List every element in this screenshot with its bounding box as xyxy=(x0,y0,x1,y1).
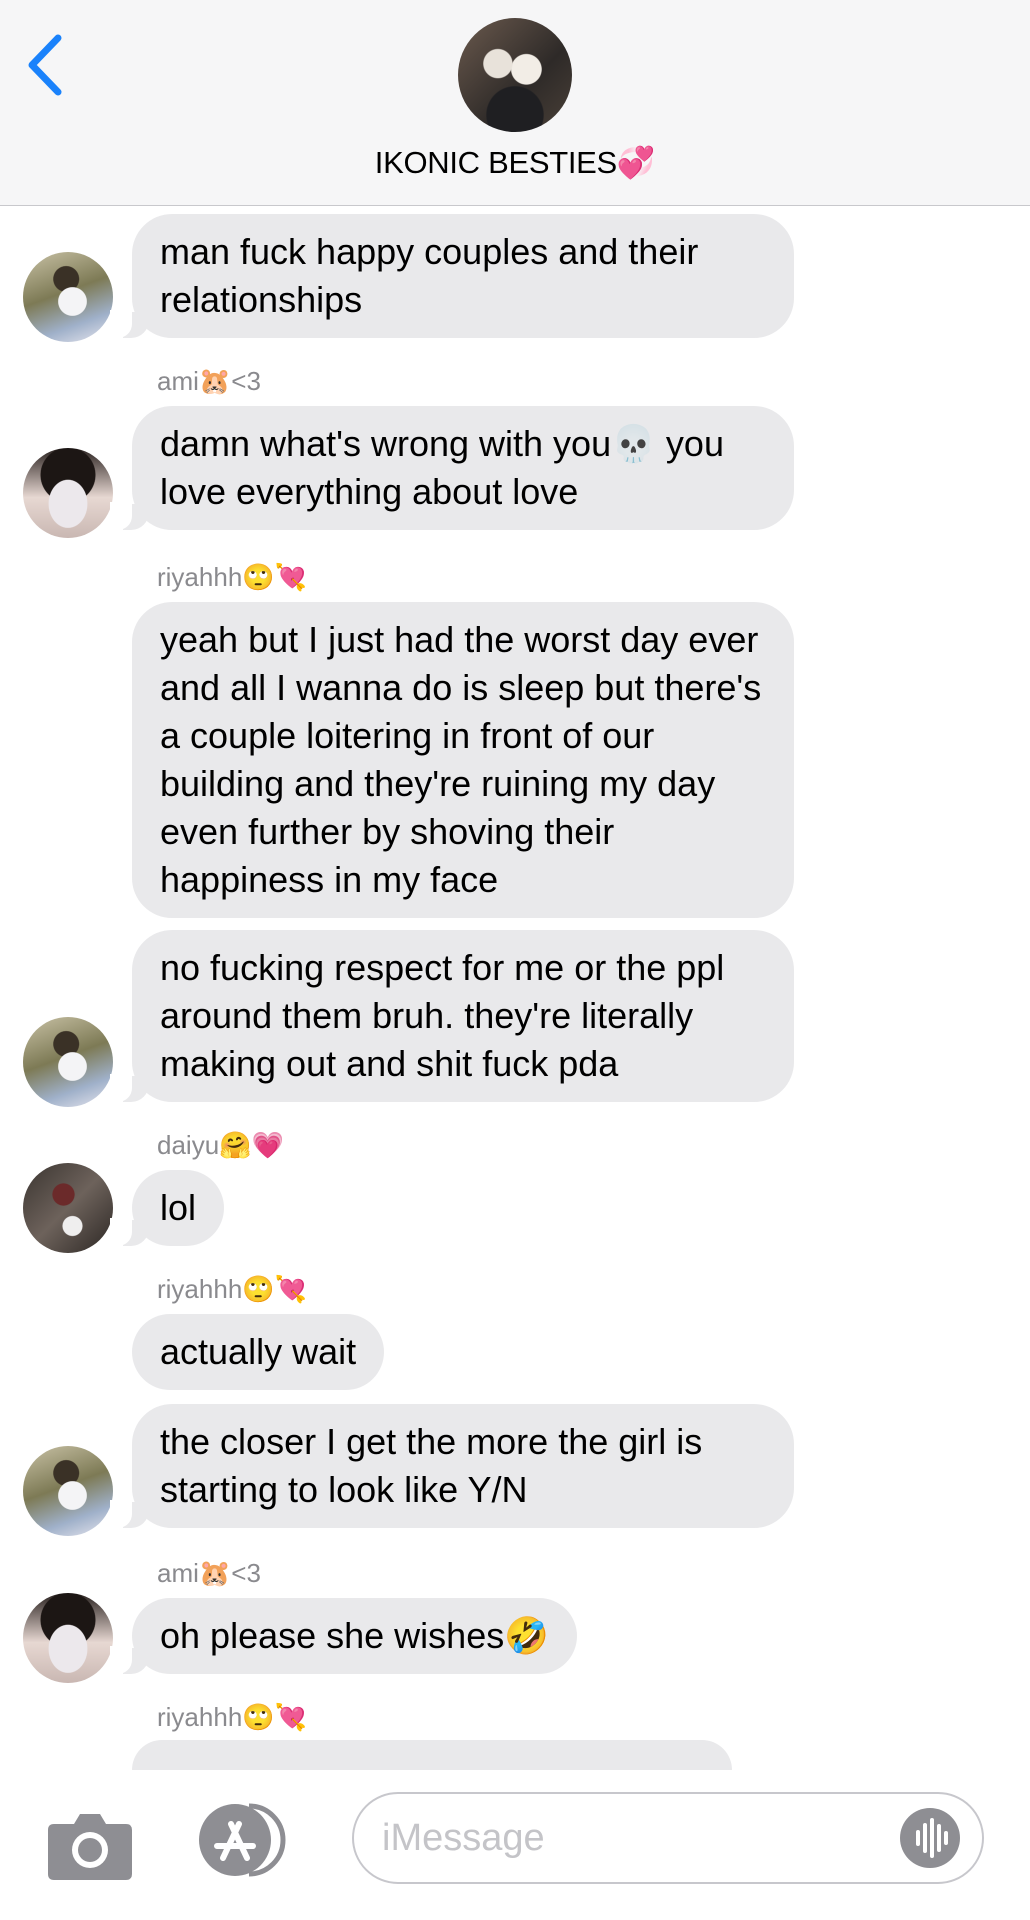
sender-avatar[interactable] xyxy=(23,1017,113,1107)
camera-button[interactable] xyxy=(46,1806,134,1882)
message-bubble[interactable]: no fucking respect for me or the ppl aro… xyxy=(110,930,794,1102)
sender-avatar[interactable] xyxy=(23,1593,113,1683)
sender-name: ami🐹<3 xyxy=(157,1558,261,1588)
chevron-left-icon xyxy=(28,34,62,96)
composer-toolbar xyxy=(0,1770,1030,1920)
message-bubble[interactable]: yeah but I just had the worst day ever a… xyxy=(132,602,794,918)
apps-button[interactable] xyxy=(193,1802,297,1878)
message-text: damn what's wrong with you💀 you love eve… xyxy=(160,423,724,512)
message-text: the closer I get the more the girl is st… xyxy=(160,1421,703,1510)
message-input[interactable] xyxy=(352,1792,984,1884)
conversation-header: IKONIC BESTIES💞 xyxy=(0,0,1030,206)
message-bubble[interactable]: the closer I get the more the girl is st… xyxy=(110,1404,794,1528)
message-text: lol xyxy=(160,1187,197,1228)
sender-avatar[interactable] xyxy=(23,1163,113,1253)
sender-avatar[interactable] xyxy=(23,448,113,538)
message-text: man fuck happy couples and their relatio… xyxy=(160,231,699,320)
group-avatar[interactable] xyxy=(458,18,572,132)
voice-message-button[interactable] xyxy=(900,1808,960,1868)
waveform-icon xyxy=(916,1818,948,1858)
message-text: yeah but I just had the worst day ever a… xyxy=(160,619,762,900)
sender-name: riyahhh🙄💘 xyxy=(157,1274,308,1304)
message-bubble[interactable] xyxy=(132,1740,732,1770)
camera-icon xyxy=(48,1814,132,1880)
message-text: oh please she wishes🤣 xyxy=(160,1615,550,1656)
sender-avatar[interactable] xyxy=(23,252,113,342)
sender-name: riyahhh🙄💘 xyxy=(157,1702,308,1732)
group-name[interactable]: IKONIC BESTIES💞 xyxy=(0,144,1030,181)
message-bubble[interactable]: man fuck happy couples and their relatio… xyxy=(110,214,794,338)
sender-name: daiyu🤗💗 xyxy=(157,1130,284,1160)
message-list[interactable]: man fuck happy couples and their relatio… xyxy=(0,206,1030,1770)
message-text: actually wait xyxy=(160,1331,357,1372)
message-bubble[interactable]: damn what's wrong with you💀 you love eve… xyxy=(110,406,794,530)
message-text: no fucking respect for me or the ppl aro… xyxy=(160,947,725,1084)
sender-name: ami🐹<3 xyxy=(157,366,261,396)
message-bubble[interactable]: oh please she wishes🤣 xyxy=(109,1598,578,1674)
message-bubble[interactable]: lol xyxy=(109,1170,225,1246)
back-button[interactable] xyxy=(22,30,68,100)
sender-avatar[interactable] xyxy=(23,1446,113,1536)
sender-name: riyahhh🙄💘 xyxy=(157,562,308,592)
message-bubble[interactable]: actually wait xyxy=(132,1314,385,1390)
app-store-icon xyxy=(199,1803,286,1877)
